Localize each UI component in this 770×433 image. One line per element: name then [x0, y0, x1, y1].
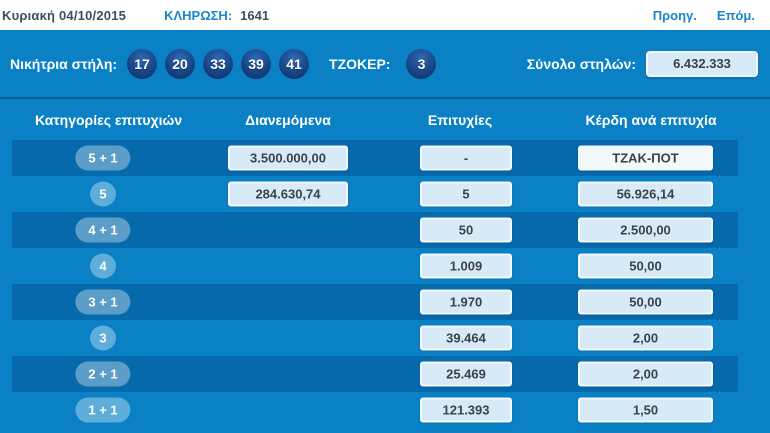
category-badge: 3 + 1 [75, 289, 131, 315]
columns-total-group: Σύνολο στηλών: 6.432.333 [526, 50, 770, 77]
hits-value: 39.464 [420, 325, 512, 351]
table-row: 1 + 1 121.393 1,50 [0, 392, 770, 428]
winnings-value: 2,00 [578, 361, 713, 387]
table-row: 5 + 1 3.500.000,00 - ΤΖΑΚ-ΠΟΤ [0, 140, 770, 176]
number-ball: 17 [127, 48, 158, 79]
draw-date: Κυριακή 04/10/2015 [2, 7, 127, 23]
winning-number-balls: 17 20 33 39 41 [127, 48, 310, 79]
columns-total-value: 6.432.333 [646, 50, 758, 77]
winning-numbers-band: Νικήτρια στήλη: 17 20 33 39 41 ΤΖΟΚΕΡ: 3… [0, 30, 770, 97]
table-row: 2 + 1 25.469 2,00 [0, 356, 770, 392]
category-badge: 5 + 1 [75, 145, 131, 171]
hits-value: - [420, 145, 512, 171]
header-hits: Επιτυχίες [427, 111, 493, 128]
winnings-value: 2,00 [578, 325, 713, 351]
header-category: Κατηγορίες επιτυχιών [35, 111, 183, 128]
category-badge: 1 + 1 [75, 397, 131, 423]
table-row: 4 + 1 50 2.500,00 [0, 212, 770, 248]
category-badge: 4 [90, 253, 116, 279]
draw-navigation: Προηγ. Επόμ. [653, 8, 770, 23]
winnings-value: ΤΖΑΚ-ΠΟΤ [578, 145, 713, 171]
category-badge: 3 [90, 325, 116, 351]
hits-value: 1.009 [420, 253, 512, 279]
table-row: 4 1.009 50,00 [0, 248, 770, 284]
columns-total-label: Σύνολο στηλών: [526, 55, 636, 72]
category-badge: 5 [90, 181, 116, 207]
hits-value: 1.970 [420, 289, 512, 315]
winnings-value: 1,50 [578, 397, 713, 423]
hits-value: 5 [420, 181, 512, 207]
joker-ball: 3 [406, 48, 437, 79]
category-badge: 2 + 1 [75, 361, 131, 387]
winnings-value: 50,00 [578, 289, 713, 315]
header-winnings: Κέρδη ανά επιτυχία [585, 111, 717, 128]
table-row: 3 + 1 1.970 50,00 [0, 284, 770, 320]
previous-draw-link[interactable]: Προηγ. [653, 8, 697, 23]
joker-label: ΤΖΟΚΕΡ: [329, 55, 391, 72]
winnings-value: 56.926,14 [578, 181, 713, 207]
distributed-value: 3.500.000,00 [228, 145, 348, 171]
joker-results-page: Κυριακή 04/10/2015 ΚΛΗΡΩΣΗ: 1641 Προηγ. … [0, 0, 770, 433]
table-row: 5 284.630,74 5 56.926,14 [0, 176, 770, 212]
number-ball: 20 [165, 48, 196, 79]
category-badge: 4 + 1 [75, 217, 131, 243]
next-draw-link[interactable]: Επόμ. [717, 8, 755, 23]
winning-column-label: Νικήτρια στήλη: [10, 55, 118, 72]
number-ball: 33 [203, 48, 234, 79]
header-distributed: Διανεμόμενα [245, 111, 331, 128]
number-ball: 39 [241, 48, 272, 79]
winnings-value: 2.500,00 [578, 217, 713, 243]
table-row: 3 39.464 2,00 [0, 320, 770, 356]
hits-value: 50 [420, 217, 512, 243]
draw-number: 1641 [240, 7, 270, 23]
hits-value: 121.393 [420, 397, 512, 423]
hits-value: 25.469 [420, 361, 512, 387]
draw-header-bar: Κυριακή 04/10/2015 ΚΛΗΡΩΣΗ: 1641 Προηγ. … [0, 0, 770, 30]
results-table-header: Κατηγορίες επιτυχιών Διανεμόμενα Επιτυχί… [0, 99, 770, 140]
distributed-value: 284.630,74 [228, 181, 348, 207]
number-ball: 41 [279, 48, 310, 79]
winnings-value: 50,00 [578, 253, 713, 279]
draw-label: ΚΛΗΡΩΣΗ: [164, 7, 233, 23]
